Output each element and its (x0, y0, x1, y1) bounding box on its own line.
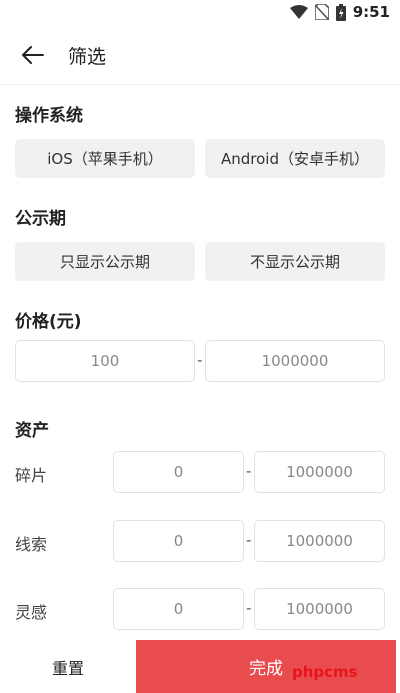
asset-label-clues: 线索 (15, 535, 48, 554)
os-option-ios[interactable]: iOS（苹果手机） (15, 139, 195, 178)
publicity-option-only[interactable]: 只显示公示期 (15, 242, 195, 281)
asset-label-fragments: 碎片 (15, 466, 48, 485)
header: 筛选 (0, 28, 400, 82)
battery-icon (335, 3, 346, 21)
price-min-input[interactable]: 100 (15, 340, 195, 382)
no-sim-icon (314, 4, 329, 20)
clues-min-input[interactable]: 0 (113, 520, 244, 562)
page-title: 筛选 (68, 46, 107, 68)
inspiration-min-input[interactable]: 0 (113, 588, 244, 630)
status-time: 9:51 (352, 3, 390, 21)
clues-separator: - (246, 531, 252, 549)
assets-section-title: 资产 (15, 421, 49, 441)
watermark: phpcms (292, 663, 358, 681)
publicity-section-title: 公示期 (15, 209, 66, 229)
status-icons: 9:51 (289, 2, 390, 22)
status-bar: 9:51 (0, 0, 400, 24)
price-section-title: 价格(元) (15, 312, 82, 332)
asset-label-inspiration: 灵感 (15, 603, 48, 622)
price-separator: - (197, 351, 203, 369)
os-option-android[interactable]: Android（安卓手机） (205, 139, 385, 178)
wifi-icon (289, 5, 308, 19)
header-divider (0, 84, 400, 85)
clues-max-input[interactable]: 1000000 (254, 520, 385, 562)
arrow-left-icon (22, 46, 44, 64)
fragments-min-input[interactable]: 0 (113, 451, 244, 493)
publicity-option-hide[interactable]: 不显示公示期 (205, 242, 385, 281)
fragments-max-input[interactable]: 1000000 (254, 451, 385, 493)
os-section-title: 操作系统 (15, 106, 83, 126)
back-button[interactable] (18, 41, 48, 69)
inspiration-max-input[interactable]: 1000000 (254, 588, 385, 630)
price-max-input[interactable]: 1000000 (205, 340, 385, 382)
fragments-separator: - (246, 462, 252, 480)
inspiration-separator: - (246, 599, 252, 617)
reset-button[interactable]: 重置 (0, 640, 136, 693)
